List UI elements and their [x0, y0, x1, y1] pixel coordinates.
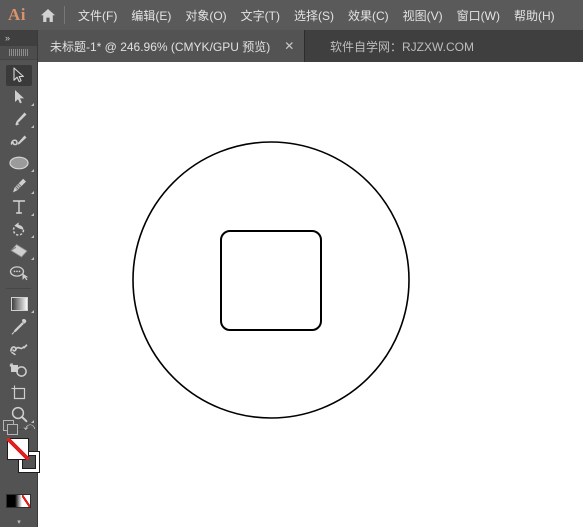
curvature-icon	[10, 135, 26, 145]
menu-edit[interactable]: 编辑(E)	[124, 3, 178, 28]
magnifier-icon	[11, 406, 27, 422]
eraser-tool[interactable]	[0, 240, 38, 262]
tool-flyout-indicator[interactable]	[31, 310, 34, 313]
outer-circle[interactable]	[132, 141, 410, 419]
lasso-select-tool[interactable]	[0, 262, 38, 284]
arrow-solid-icon	[14, 90, 24, 104]
tab-bar: 未标题-1* @ 246.96% (CMYK/GPU 预览) ✕ 软件自学网：R…	[0, 30, 583, 62]
menu-select[interactable]: 选择(S)	[287, 3, 341, 28]
tool-flyout-indicator[interactable]	[31, 257, 34, 260]
menu-file[interactable]: 文件(F)	[71, 3, 124, 28]
curvature-tool[interactable]	[0, 130, 38, 152]
gradient-tool[interactable]	[0, 293, 38, 315]
color-mode-none[interactable]	[22, 495, 31, 507]
chevron-down-icon: ▾	[17, 519, 21, 526]
pen-icon	[13, 112, 26, 126]
eyedropper-tool[interactable]	[0, 315, 38, 337]
panel-expand-toggle[interactable]: »	[0, 30, 37, 46]
document-tab[interactable]: 未标题-1* @ 246.96% (CMYK/GPU 预览) ✕	[38, 30, 306, 62]
menu-effect[interactable]: 效果(C)	[341, 3, 396, 28]
arrow-outline-icon	[13, 67, 24, 83]
menu-help[interactable]: 帮助(H)	[507, 3, 562, 28]
menu-window[interactable]: 窗口(W)	[450, 3, 507, 28]
tools-panel: » ⤺ ▾	[0, 30, 40, 527]
watermark-note: 软件自学网：RJZXW.COM	[330, 39, 474, 54]
rotate-icon	[12, 221, 25, 236]
paintbrush-tool[interactable]	[0, 174, 38, 196]
color-mode-solid[interactable]	[7, 495, 15, 507]
artwork	[132, 141, 410, 419]
tool-list	[0, 60, 37, 430]
blend-tool[interactable]	[0, 337, 38, 359]
fill-stroke-controls: ⤺	[0, 420, 40, 492]
color-mode-gradient[interactable]	[14, 495, 23, 507]
close-icon[interactable]: ✕	[282, 39, 296, 53]
type-tool[interactable]	[0, 196, 38, 218]
tool-separator	[6, 288, 31, 289]
document-tab-label: 未标题-1* @ 246.96% (CMYK/GPU 预览)	[50, 39, 271, 54]
type-T-icon	[12, 200, 26, 214]
menu-bar: Ai 文件(F) 编辑(E) 对象(O) 文字(T) 选择(S) 效果(C) 视…	[0, 0, 583, 30]
color-mode-strip	[6, 494, 31, 508]
ai-logo: Ai	[0, 0, 34, 30]
tool-flyout-indicator[interactable]	[31, 169, 34, 172]
artboard-icon	[11, 385, 26, 399]
tool-flyout-indicator[interactable]	[31, 125, 34, 128]
illustrator-window: Ai 文件(F) 编辑(E) 对象(O) 文字(T) 选择(S) 效果(C) 视…	[0, 0, 583, 527]
shape-builder-icon	[9, 363, 27, 377]
grip-lines-icon	[8, 49, 29, 56]
paintbrush-icon	[13, 178, 26, 192]
toolbar-overflow-toggle[interactable]: ▾	[0, 517, 38, 527]
fill-swatch[interactable]	[7, 438, 29, 460]
pen-tool[interactable]	[0, 108, 38, 130]
eraser-icon	[10, 243, 28, 258]
menu-items: 文件(F) 编辑(E) 对象(O) 文字(T) 选择(S) 效果(C) 视图(V…	[71, 3, 562, 28]
panel-grip[interactable]	[0, 46, 37, 60]
tool-flyout-indicator[interactable]	[31, 191, 34, 194]
tool-flyout-indicator[interactable]	[31, 103, 34, 106]
menu-type[interactable]: 文字(T)	[234, 3, 287, 28]
selection-tool[interactable]	[0, 64, 38, 86]
chevron-double-right-icon: »	[5, 33, 10, 43]
rotate-tool[interactable]	[0, 218, 38, 240]
tool-flyout-indicator[interactable]	[31, 213, 34, 216]
ellipse-icon	[9, 156, 29, 170]
ellipse-tool[interactable]	[0, 152, 38, 174]
gradient-swatch-icon	[10, 297, 28, 311]
artboard-tool[interactable]	[0, 381, 38, 403]
eyedropper-icon	[11, 318, 27, 335]
inner-rounded-square[interactable]	[220, 230, 322, 331]
magic-wand-lasso-icon	[9, 266, 29, 281]
home-icon[interactable]	[34, 0, 62, 30]
menu-object[interactable]: 对象(O)	[178, 3, 233, 28]
ai-logo-text: Ai	[8, 5, 26, 24]
artboard-canvas[interactable]	[38, 62, 583, 527]
menu-view[interactable]: 视图(V)	[396, 3, 450, 28]
menu-divider	[64, 6, 65, 24]
direct-selection-tool[interactable]	[0, 86, 38, 108]
shape-builder-tool[interactable]	[0, 359, 38, 381]
tool-flyout-indicator[interactable]	[31, 420, 34, 423]
blend-icon	[10, 343, 28, 355]
tool-flyout-indicator[interactable]	[31, 235, 34, 238]
